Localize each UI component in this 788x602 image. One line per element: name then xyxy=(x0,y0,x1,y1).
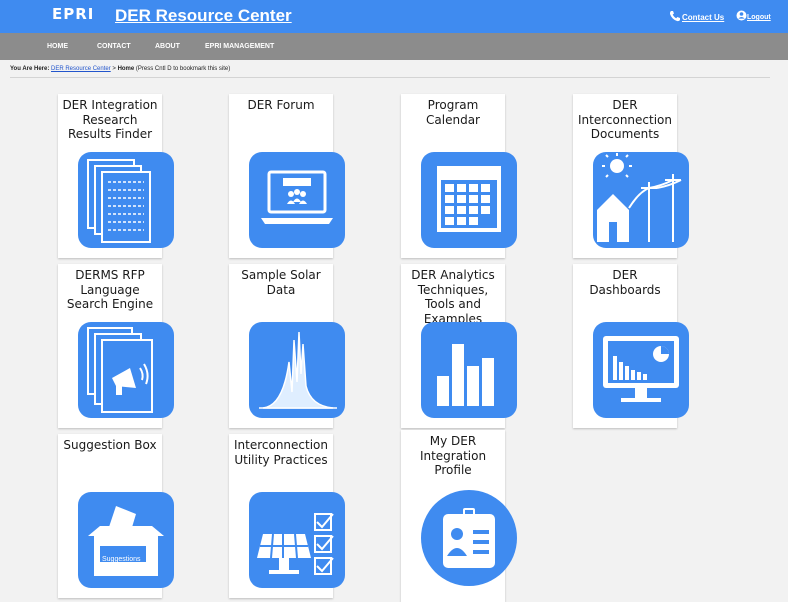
tile-title: My DER Integration Profile xyxy=(419,434,487,477)
tile-der-forum[interactable]: DER Forum xyxy=(229,94,345,258)
bar-chart-icon xyxy=(421,322,517,418)
main-nav-bar: HOME CONTACT ABOUT EPRI MANAGEMENT xyxy=(0,33,788,60)
tile-title: DER Interconnection Documents xyxy=(577,98,673,141)
monitor-dashboard-icon xyxy=(593,322,689,418)
nav-epri-management[interactable]: EPRI MANAGEMENT xyxy=(205,43,274,50)
epri-logo[interactable]: EPRI xyxy=(52,5,94,23)
tile-title: DER Forum xyxy=(247,98,315,112)
tile-utility-practices[interactable]: Interconnection Utility Practices xyxy=(229,434,345,598)
laptop-meeting-icon xyxy=(249,152,345,248)
breadcrumb-separator: > xyxy=(110,66,118,72)
tile-title: Interconnection Utility Practices xyxy=(233,438,329,467)
top-header-bar: EPRI DER Resource Center Contact Us Logo… xyxy=(0,0,788,33)
breadcrumb-hint: (Press Cntl D to bookmark this site) xyxy=(134,66,231,72)
tile-title: Program Calendar xyxy=(426,98,480,127)
phone-icon[interactable] xyxy=(669,9,681,27)
tile-program-calendar[interactable]: Program Calendar xyxy=(401,94,517,258)
tile-interconnection-documents[interactable]: DER Interconnection Documents xyxy=(573,94,689,258)
tile-research-results-finder[interactable]: DER Integration Research Results Finder xyxy=(58,94,174,258)
tile-sample-solar-data[interactable]: Sample Solar Data xyxy=(229,264,345,428)
tile-title: Suggestion Box xyxy=(63,438,157,452)
logout-link[interactable]: Logout xyxy=(747,14,771,21)
site-title-link[interactable]: DER Resource Center xyxy=(115,6,292,26)
tile-my-profile[interactable]: My DER Integration Profile xyxy=(401,430,517,602)
tile-der-analytics[interactable]: DER Analytics Techniques, Tools and Exam… xyxy=(401,264,517,428)
nav-contact[interactable]: CONTACT xyxy=(97,43,131,50)
contact-us-link[interactable]: Contact Us xyxy=(682,13,724,22)
documents-icon xyxy=(78,152,174,248)
solar-panel-checklist-icon xyxy=(249,492,345,588)
breadcrumb-current: Home xyxy=(117,66,135,72)
calendar-icon xyxy=(421,152,517,248)
tile-title: Sample Solar Data xyxy=(241,268,321,297)
tile-derms-rfp-search[interactable]: DERMS RFP Language Search Engine xyxy=(58,264,174,428)
tile-suggestion-box[interactable]: Suggestion Box Suggestions xyxy=(58,434,174,598)
user-icon[interactable] xyxy=(736,8,747,26)
megaphone-documents-icon xyxy=(78,322,174,418)
solar-curve-icon xyxy=(249,322,345,418)
suggestions-text: Suggestions xyxy=(102,556,141,563)
tile-title: DER Analytics Techniques, Tools and Exam… xyxy=(411,268,495,326)
house-powerline-icon xyxy=(593,152,689,248)
tile-title: DER Dashboards xyxy=(589,268,661,297)
nav-about[interactable]: ABOUT xyxy=(155,43,180,50)
header-divider xyxy=(10,77,770,78)
ballot-box-icon: Suggestions xyxy=(78,492,174,588)
breadcrumb-home-link[interactable]: DER Resource Center xyxy=(51,66,111,72)
breadcrumb-prefix: You Are Here: xyxy=(10,66,50,72)
breadcrumb: You Are Here: DER Resource Center > Home… xyxy=(10,66,230,72)
tile-der-dashboards[interactable]: DER Dashboards xyxy=(573,264,689,428)
tile-title: DER Integration Research Results Finder xyxy=(62,98,158,141)
tile-title: DERMS RFP Language Search Engine xyxy=(66,268,154,311)
nav-home[interactable]: HOME xyxy=(47,43,68,50)
profile-badge-icon xyxy=(421,490,517,586)
